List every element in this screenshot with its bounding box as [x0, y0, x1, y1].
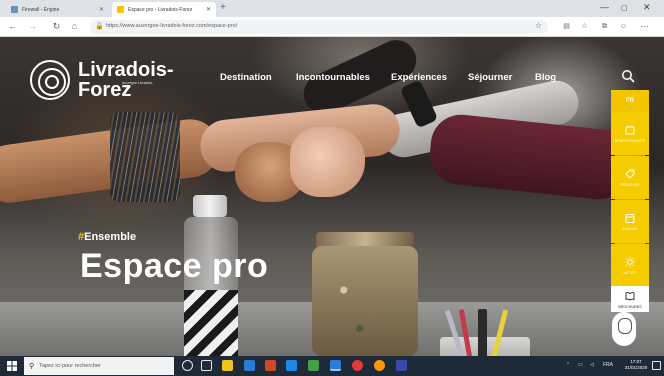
- edge-browser-icon[interactable]: [330, 360, 341, 371]
- bracelets: [110, 112, 180, 202]
- tag-icon: [625, 169, 635, 179]
- page-title: Espace pro: [80, 247, 269, 285]
- profile-icon[interactable]: ☺: [617, 20, 630, 33]
- side-item-hebergements[interactable]: Hébergements: [611, 112, 649, 155]
- nav-incontournables[interactable]: Incontournables: [296, 72, 370, 83]
- pens: [444, 309, 510, 356]
- lock-icon: 🔒: [95, 23, 104, 30]
- address-bar[interactable]: 🔒 https://www.auvergne-livradois-forez.c…: [90, 20, 548, 34]
- brand-line-1: Livradois-: [78, 59, 174, 81]
- red-sleeve: [426, 111, 634, 203]
- fist-light: [290, 127, 365, 197]
- site-logo-icon[interactable]: [30, 60, 70, 100]
- cortana-icon[interactable]: [182, 360, 193, 371]
- side-item-label: Agenda: [622, 227, 638, 231]
- favorites-icon[interactable]: ☆: [578, 20, 591, 33]
- nav-blog[interactable]: Blog: [535, 72, 556, 83]
- glass-jar: [312, 232, 418, 356]
- taskbar-search-placeholder: Tapez ici pour rechercher: [39, 363, 101, 369]
- side-panel: FR Hébergements Réserver Agenda Météo Br…: [611, 90, 649, 320]
- reading-mode-icon[interactable]: ▤: [560, 20, 573, 33]
- forward-button[interactable]: →: [26, 20, 39, 33]
- tray-chevron-icon[interactable]: ⌃: [566, 362, 570, 368]
- tab-title: Firewall - Engine: [22, 6, 60, 13]
- browser-toolbar: ← → ↻ ⌂ 🔒 https://www.auvergne-livradois…: [0, 17, 664, 37]
- home-button[interactable]: ⌂: [68, 20, 81, 33]
- chat-widget-icon[interactable]: [612, 312, 636, 346]
- file-explorer-icon[interactable]: [222, 360, 233, 371]
- search-icon: ⚲: [29, 363, 35, 370]
- side-item-brochures[interactable]: Brochures: [611, 286, 649, 312]
- collections-icon[interactable]: ⧉: [598, 20, 611, 33]
- taskbar-search-input[interactable]: ⚲ Tapez ici pour rechercher: [24, 357, 174, 375]
- office-icon[interactable]: [265, 360, 276, 371]
- side-item-label: Hébergements: [614, 139, 646, 143]
- clock-date: 31/01/2020: [624, 365, 648, 370]
- search-icon[interactable]: [621, 69, 635, 83]
- side-item-label: Brochures: [618, 304, 642, 309]
- close-window-button[interactable]: ✕: [643, 1, 651, 13]
- firefox-icon[interactable]: [374, 360, 385, 371]
- notifications-icon[interactable]: [652, 361, 661, 370]
- network-icon[interactable]: ▭: [578, 362, 583, 368]
- windows-start-icon[interactable]: [7, 361, 17, 371]
- url-text[interactable]: https://www.auvergne-livradois-forez.com…: [106, 23, 237, 29]
- back-button[interactable]: ←: [6, 20, 19, 33]
- nav-experiences[interactable]: Expériences: [391, 72, 447, 83]
- nav-destination[interactable]: Destination: [220, 72, 272, 83]
- maximize-button[interactable]: ▢: [621, 3, 628, 15]
- language-indicator[interactable]: FRA: [603, 362, 613, 368]
- language-button[interactable]: FR: [611, 90, 649, 112]
- nav-sejourner[interactable]: Séjourner: [468, 72, 512, 83]
- reload-button[interactable]: ↻: [50, 20, 63, 33]
- side-item-label: Réserver: [620, 183, 640, 187]
- excel-icon[interactable]: [308, 360, 319, 371]
- taskbar-clock[interactable]: 17:07 31/01/2020: [622, 359, 650, 371]
- hero-hashtag: #Ensemble: [78, 231, 136, 243]
- browser-tab-bar: Firewall - Engine ✕ Espace pro - Livrado…: [0, 0, 664, 17]
- site-brand[interactable]: Livradois- Forez: [78, 60, 174, 100]
- side-item-label: Météo: [623, 270, 637, 275]
- chrome-icon[interactable]: [352, 360, 363, 371]
- mail-icon[interactable]: [286, 360, 297, 371]
- browser-tab-active[interactable]: Espace pro - Livradois-Forez ✕: [112, 2, 216, 17]
- side-item-reserver[interactable]: Réserver: [611, 156, 649, 199]
- task-view-icon[interactable]: [201, 360, 212, 371]
- tab-title: Espace pro - Livradois-Forez: [128, 6, 193, 13]
- screen: Firewall - Engine ✕ Espace pro - Livrado…: [0, 0, 664, 376]
- volume-icon[interactable]: ◁: [590, 362, 594, 368]
- windows-taskbar: ⚲ Tapez ici pour rechercher ⌃ ▭ ◁ FRA 17…: [0, 356, 664, 376]
- hashtag-word: Ensemble: [84, 231, 137, 243]
- minimize-button[interactable]: —: [600, 1, 609, 13]
- sun-icon: [624, 256, 636, 267]
- store-icon[interactable]: [244, 360, 255, 371]
- bookmark-star-icon[interactable]: ☆: [535, 21, 542, 30]
- side-item-meteo[interactable]: Météo: [611, 244, 649, 286]
- language-label: FR: [626, 98, 634, 104]
- tab-favicon-icon: [11, 6, 18, 13]
- calendar-icon: [625, 214, 635, 223]
- new-tab-button[interactable]: +: [220, 3, 226, 13]
- book-icon: [625, 291, 635, 301]
- brand-subtitle: Auvergne Livradois-Forez: [122, 81, 154, 89]
- app-icon[interactable]: [396, 360, 407, 371]
- bed-icon: [625, 125, 635, 135]
- tab-close-icon[interactable]: ✕: [206, 6, 211, 13]
- browser-tab-inactive[interactable]: Firewall - Engine ✕: [6, 2, 109, 17]
- side-item-agenda[interactable]: Agenda: [611, 200, 649, 243]
- tab-close-icon[interactable]: ✕: [99, 6, 104, 13]
- tab-favicon-icon: [117, 6, 124, 13]
- more-menu-icon[interactable]: ⋯: [638, 20, 651, 33]
